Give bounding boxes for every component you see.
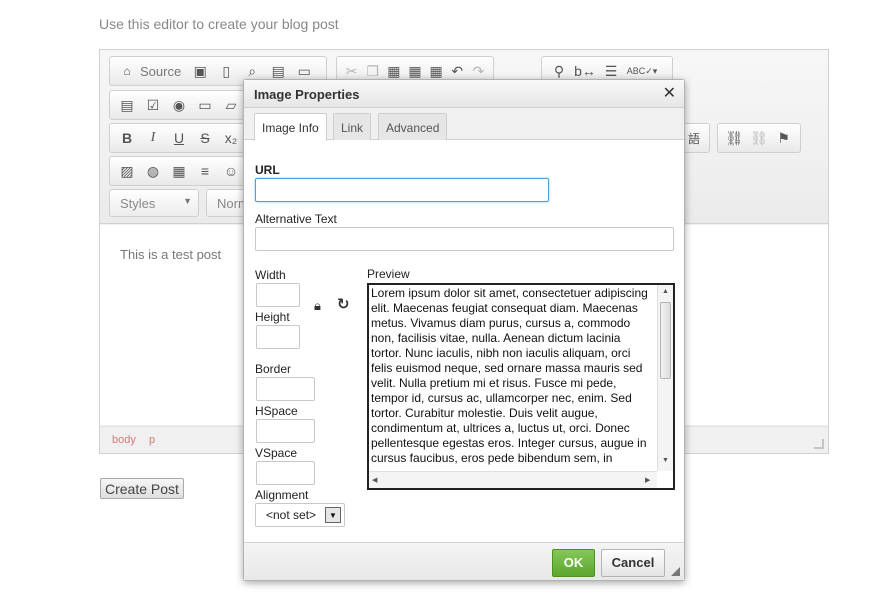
tab-link[interactable]: Link: [333, 113, 372, 140]
height-input[interactable]: [256, 325, 300, 349]
close-icon[interactable]: ✕: [663, 83, 676, 103]
scroll-left-icon[interactable]: ◀: [372, 476, 377, 484]
alternative-text-label: Alternative Text: [255, 212, 337, 226]
height-label: Height: [255, 310, 290, 324]
lock-ratio-icon[interactable]: 🔒︎: [314, 298, 321, 314]
border-input[interactable]: [256, 377, 315, 401]
toolbar-group-insert: ▨ ◍ ▦ ≡ ☺: [109, 156, 249, 186]
chevron-down-icon[interactable]: ▼: [325, 507, 341, 523]
link-icon[interactable]: ⛓: [724, 127, 745, 149]
toolbar-group-forms: ▤ ☑ ◉ ▭ ▱: [109, 90, 249, 120]
dialog-resize-icon[interactable]: [671, 567, 680, 576]
cancel-button[interactable]: Cancel: [601, 549, 665, 577]
chevron-down-icon: ▼: [183, 196, 192, 206]
ok-button[interactable]: OK: [552, 549, 595, 577]
dialog-footer: OK Cancel: [244, 542, 684, 580]
resize-grip-icon[interactable]: [814, 439, 824, 449]
preview-box: Lorem ipsum dolor sit amet, consectetuer…: [367, 283, 675, 490]
styles-combo[interactable]: Styles ▼: [109, 189, 199, 217]
anchor-icon[interactable]: ⚑: [773, 127, 794, 149]
preview-text: Lorem ipsum dolor sit amet, consectetuer…: [371, 286, 648, 465]
form-icon[interactable]: ▤: [116, 94, 138, 116]
hspace-input[interactable]: [256, 419, 315, 443]
tab-advanced[interactable]: Advanced: [378, 113, 448, 140]
create-post-button[interactable]: Create Post: [100, 478, 184, 499]
source-icon[interactable]: ⌂: [116, 60, 138, 82]
preview-label: Preview: [367, 267, 410, 281]
textfield-icon[interactable]: ▭: [194, 94, 216, 116]
scrollbar-thumb[interactable]: [660, 302, 671, 379]
italic-icon[interactable]: I: [142, 127, 164, 149]
alignment-select-value: <not set>: [266, 508, 317, 522]
alignment-label: Alignment: [255, 488, 309, 502]
border-label: Border: [255, 362, 292, 376]
url-label: URL: [255, 163, 280, 177]
reset-size-icon[interactable]: ↻: [337, 295, 350, 313]
hspace-label: HSpace: [255, 404, 298, 418]
save-icon[interactable]: ▣: [189, 60, 211, 82]
dialog-title: Image Properties: [254, 87, 360, 102]
flash-icon[interactable]: ◍: [142, 160, 164, 182]
toolbar-group-basic-styles: B I U S x₂: [109, 123, 249, 153]
horizontal-rule-icon[interactable]: ≡: [194, 160, 216, 182]
scroll-down-icon[interactable]: ▼: [662, 457, 669, 464]
alternative-text-input[interactable]: [255, 227, 674, 251]
preview-vertical-scrollbar[interactable]: ▲ ▼: [657, 285, 673, 471]
width-input[interactable]: [256, 283, 300, 307]
url-input[interactable]: [255, 178, 549, 202]
scroll-up-icon[interactable]: ▲: [662, 288, 669, 295]
width-label: Width: [255, 268, 286, 282]
dialog-title-bar[interactable]: Image Properties ✕: [244, 80, 684, 108]
checkbox-icon[interactable]: ☑: [142, 94, 164, 116]
image-properties-dialog: Image Properties ✕ Image Info Link Advan…: [243, 79, 685, 581]
dialog-tabs: Image Info Link Advanced: [244, 108, 684, 141]
unlink-icon[interactable]: ⛓: [749, 127, 770, 149]
path-item-body[interactable]: body: [112, 434, 136, 446]
language-icon[interactable]: 語: [685, 127, 703, 149]
table-icon[interactable]: ▦: [168, 160, 190, 182]
scroll-right-icon[interactable]: ▶: [645, 476, 650, 484]
new-page-icon[interactable]: ▯: [215, 60, 237, 82]
vspace-input[interactable]: [256, 461, 315, 485]
radio-icon[interactable]: ◉: [168, 94, 190, 116]
preview-horizontal-scrollbar[interactable]: ◀ ▶: [369, 471, 657, 488]
toolbar-group-links: ⛓ ⛓ ⚑: [717, 123, 801, 153]
subscript-icon[interactable]: x₂: [220, 127, 242, 149]
source-button-label[interactable]: Source: [140, 64, 181, 79]
image-icon[interactable]: ▨: [116, 160, 138, 182]
styles-combo-label: Styles: [120, 196, 156, 211]
vspace-label: VSpace: [255, 446, 298, 460]
page-intro: Use this editor to create your blog post: [99, 16, 339, 32]
editor-content-text: This is a test post: [120, 247, 222, 262]
textarea-icon[interactable]: ▱: [220, 94, 242, 116]
alignment-select[interactable]: <not set> ▼: [255, 503, 345, 527]
path-item-p[interactable]: p: [149, 434, 155, 446]
tab-image-info[interactable]: Image Info: [254, 113, 327, 141]
strike-icon[interactable]: S: [194, 127, 216, 149]
smiley-icon[interactable]: ☺: [220, 160, 242, 182]
bold-icon[interactable]: B: [116, 127, 138, 149]
underline-icon[interactable]: U: [168, 127, 190, 149]
